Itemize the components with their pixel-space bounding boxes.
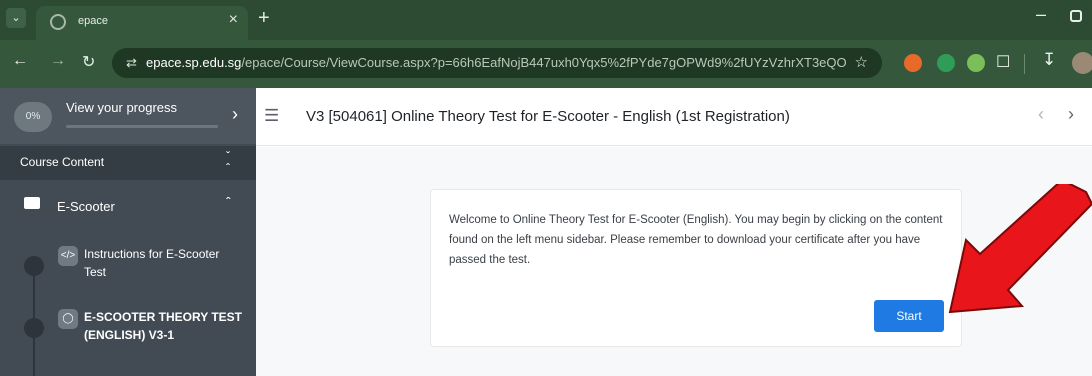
code-icon: </> [58, 246, 78, 266]
welcome-text: Welcome to Online Theory Test for E-Scoo… [449, 214, 943, 266]
lightbulb-icon: ◯ [58, 309, 78, 329]
status-dot [24, 318, 44, 338]
page-title: V3 [504061] Online Theory Test for E-Sco… [306, 108, 790, 125]
welcome-card: Welcome to Online Theory Test for E-Scoo… [430, 189, 962, 347]
red-annotation-arrow-icon [948, 184, 1092, 314]
window-minimize-icon[interactable]: – [1036, 4, 1046, 25]
section-label: E-Scooter [57, 199, 115, 214]
download-icon[interactable]: ↧ [1042, 50, 1056, 70]
previous-chevron-icon[interactable]: ‹ [1038, 104, 1044, 125]
course-content-header[interactable]: Course Content ˇˆ [0, 146, 256, 180]
url-path: /epace/Course/ViewCourse.aspx?p=66h6EafN… [241, 55, 846, 70]
course-content-label: Course Content [20, 155, 105, 169]
new-tab-plus-icon[interactable]: + [258, 7, 270, 30]
browser-toolbar: ← → ↻ ⇄ epace.sp.edu.sg/epace/Course/Vie… [0, 40, 1092, 88]
course-header: ☰ V3 [504061] Online Theory Test for E-S… [256, 88, 1092, 146]
sidebar-item-instructions[interactable]: </> Instructions for E-Scooter Test [0, 238, 256, 298]
extension-red-icon[interactable] [904, 54, 922, 72]
browser-tab[interactable]: epace × [36, 6, 248, 40]
reload-icon[interactable]: ↻ [82, 52, 95, 72]
sidebar-item-label: E-SCOOTER THEORY TEST (ENGLISH) V3-1 [84, 310, 243, 342]
forward-arrow-icon[interactable]: → [50, 52, 66, 70]
extension-leaf-icon[interactable] [967, 54, 985, 72]
url-host: epace.sp.edu.sg [146, 55, 242, 70]
back-arrow-icon[interactable]: ← [12, 52, 28, 70]
status-dot [24, 256, 44, 276]
view-progress-row[interactable]: 0% View your progress › [0, 88, 256, 144]
folder-icon [24, 197, 40, 209]
toolbar-divider [1024, 54, 1025, 74]
tab-search-chevron-icon[interactable]: ⌄ [6, 8, 26, 28]
tab-title: epace [78, 15, 108, 27]
hamburger-menu-icon[interactable]: ☰ [264, 106, 279, 126]
collapse-expand-icon[interactable]: ˇˆ [226, 150, 230, 174]
tab-favicon-icon [50, 14, 66, 30]
sidebar-item-theory-test[interactable]: ◯ E-SCOOTER THEORY TEST (ENGLISH) V3-1 [0, 301, 256, 359]
chevron-up-icon[interactable]: ˆ [226, 194, 231, 210]
progress-percent-badge: 0% [14, 102, 52, 132]
start-button[interactable]: Start [874, 300, 944, 332]
section-e-scooter[interactable]: E-Scooter ˆ [0, 188, 256, 226]
tab-close-icon[interactable]: × [229, 11, 238, 29]
bookmark-star-icon[interactable]: ☆ [855, 53, 868, 71]
course-sidebar: 0% View your progress › Course Content ˇ… [0, 88, 256, 376]
progress-bar [66, 125, 218, 128]
next-chevron-icon[interactable]: › [1068, 104, 1074, 125]
site-info-icon[interactable]: ⇄ [126, 55, 137, 71]
sidebar-item-label: Instructions for E-Scooter Test [84, 247, 220, 279]
chevron-right-icon[interactable]: › [232, 104, 238, 125]
extension-grammarly-icon[interactable] [937, 54, 955, 72]
browser-tab-strip: ⌄ epace × + – [0, 0, 1092, 40]
profile-avatar[interactable] [1072, 52, 1092, 74]
address-bar[interactable]: ⇄ epace.sp.edu.sg/epace/Course/ViewCours… [112, 48, 882, 78]
url-text[interactable]: epace.sp.edu.sg/epace/Course/ViewCourse.… [146, 55, 846, 70]
progress-label: View your progress [66, 100, 178, 115]
extensions-puzzle-icon[interactable]: ☐ [996, 52, 1010, 72]
window-maximize-icon[interactable] [1070, 10, 1082, 22]
